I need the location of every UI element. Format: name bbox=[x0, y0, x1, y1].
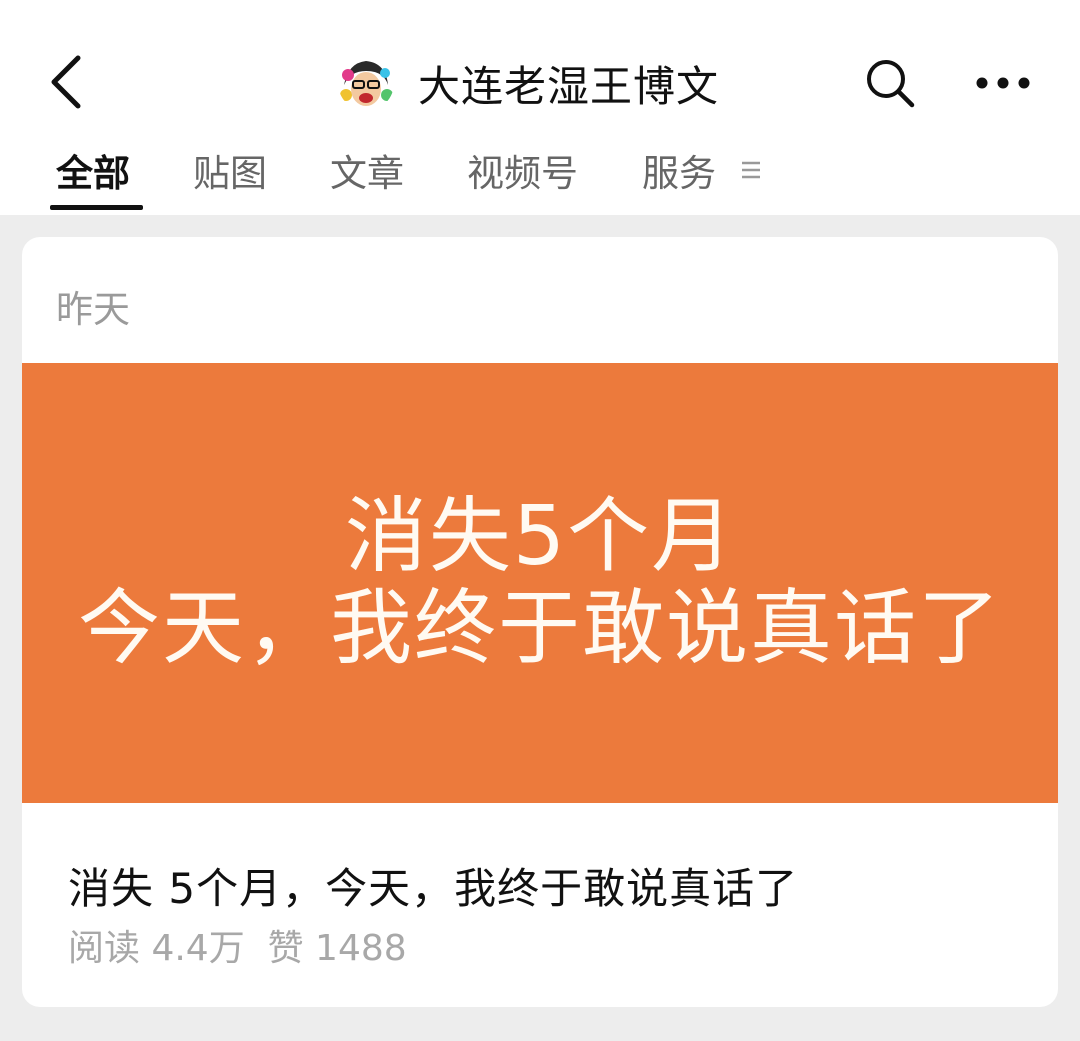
post-date: 昨天 bbox=[56, 288, 130, 331]
tab-images[interactable]: 贴图 bbox=[193, 143, 267, 197]
chevron-left-icon bbox=[51, 55, 81, 109]
cover-text-line-2: 今天，我终于敢说真话了 bbox=[77, 581, 1002, 676]
article-stats: 阅读 4.4万 赞 1488 bbox=[68, 919, 407, 971]
article-card[interactable]: 昨天 消失5个月 今天，我终于敢说真话了 消失 5个月，今天，我终于敢说真话了 … bbox=[22, 237, 1058, 1007]
top-header: 大连老湿王博文 全部 贴图 文章 视频号 服务 bbox=[0, 0, 1080, 215]
avatar[interactable] bbox=[338, 55, 394, 111]
search-button[interactable] bbox=[860, 52, 920, 114]
page-title: 大连老湿王博文 bbox=[418, 61, 720, 111]
tabs-menu-button[interactable] bbox=[738, 157, 764, 183]
active-tab-indicator bbox=[50, 205, 143, 210]
account-title-group: 大连老湿王博文 bbox=[338, 52, 719, 114]
like-count: 赞 1488 bbox=[267, 928, 407, 969]
article-title[interactable]: 消失 5个月，今天，我终于敢说真话了 bbox=[68, 855, 798, 916]
read-count: 阅读 4.4万 bbox=[68, 928, 245, 969]
tab-services[interactable]: 服务 bbox=[642, 143, 716, 197]
more-horizontal-icon bbox=[976, 77, 1030, 89]
article-cover-image[interactable]: 消失5个月 今天，我终于敢说真话了 bbox=[22, 363, 1058, 803]
tab-articles[interactable]: 文章 bbox=[330, 143, 404, 197]
tab-bar: 全部 贴图 文章 视频号 服务 bbox=[0, 135, 1080, 215]
tab-all[interactable]: 全部 bbox=[56, 143, 130, 197]
back-button[interactable] bbox=[36, 50, 96, 114]
menu-lines-icon bbox=[742, 161, 760, 179]
more-button[interactable] bbox=[968, 52, 1038, 114]
search-icon bbox=[867, 60, 915, 108]
tab-channels[interactable]: 视频号 bbox=[467, 143, 578, 197]
cover-text-line-1: 消失5个月 bbox=[344, 489, 736, 584]
